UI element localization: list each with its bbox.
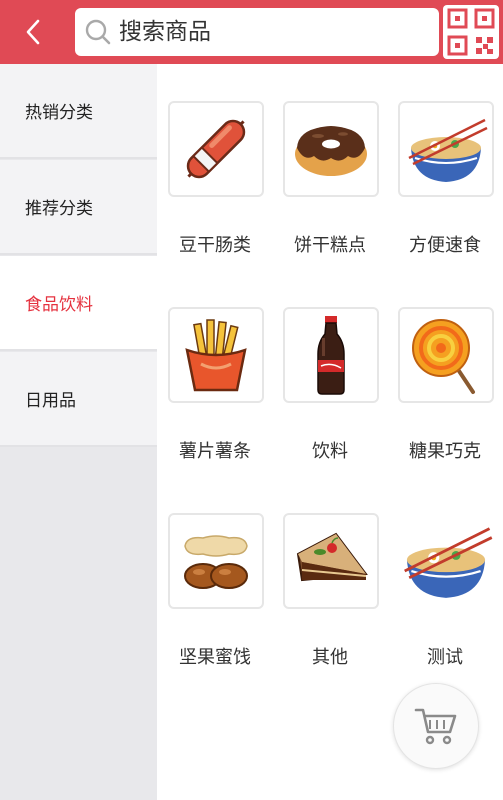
lollipop-icon [412, 319, 475, 394]
header-bar [0, 0, 503, 64]
sidebar-item-recommended[interactable]: 推荐分类 [0, 160, 157, 255]
category-label: 坚果蜜饯 [179, 647, 251, 668]
category-item[interactable]: 饮料 [278, 307, 382, 497]
cola-bottle-icon [317, 316, 345, 395]
category-image [398, 307, 494, 403]
category-label: 豆干肠类 [179, 235, 251, 256]
search-icon [83, 17, 113, 47]
category-image [398, 101, 494, 197]
back-button[interactable] [0, 0, 66, 64]
sidebar-item-label: 热销分类 [25, 103, 93, 123]
noodle-bowl-icon [404, 527, 493, 598]
category-sidebar: 热销分类 推荐分类 食品饮料 日用品 [0, 64, 157, 800]
cart-button[interactable] [393, 683, 479, 769]
category-item[interactable]: 薯片薯条 [163, 307, 267, 497]
category-item[interactable]: 糖果巧克 [393, 307, 497, 497]
category-item[interactable]: 豆干肠类 [163, 101, 267, 291]
search-box[interactable] [75, 8, 439, 56]
category-label: 糖果巧克 [409, 441, 481, 462]
category-image [398, 513, 494, 609]
category-label: 饮料 [312, 441, 348, 462]
sidebar-item-food-drinks[interactable]: 食品饮料 [0, 256, 157, 351]
search-input[interactable] [119, 12, 419, 52]
sidebar-item-label: 食品饮料 [25, 295, 93, 315]
noodle-bowl-icon [408, 118, 488, 182]
category-image [283, 101, 379, 197]
peanut-icon [184, 535, 248, 589]
category-image [283, 513, 379, 609]
category-label: 测试 [427, 647, 463, 668]
category-image [168, 513, 264, 609]
cake-icon [296, 532, 368, 582]
sidebar-item-label: 推荐分类 [25, 199, 93, 219]
sidebar-item-label: 日用品 [25, 391, 76, 411]
category-item[interactable]: 方便速食 [393, 101, 497, 291]
category-item[interactable]: 饼干糕点 [278, 101, 382, 291]
category-item[interactable]: 坚果蜜饯 [163, 513, 267, 703]
category-image [283, 307, 379, 403]
donut-icon [295, 126, 367, 176]
category-label: 方便速食 [409, 235, 481, 256]
category-item[interactable]: 测试 [393, 513, 497, 703]
fries-icon [185, 319, 247, 392]
category-label: 饼干糕点 [294, 235, 366, 256]
chevron-left-icon [26, 19, 40, 45]
qr-scan-button[interactable] [443, 5, 499, 59]
sidebar-item-daily-goods[interactable]: 日用品 [0, 352, 157, 447]
sausage-icon [186, 119, 246, 179]
category-item[interactable]: 其他 [278, 513, 382, 703]
category-image [168, 307, 264, 403]
sidebar-item-hot[interactable]: 热销分类 [0, 64, 157, 159]
shopping-cart-icon [414, 708, 457, 745]
qr-code-icon [447, 8, 495, 56]
category-label: 薯片薯条 [179, 441, 251, 462]
category-image [168, 101, 264, 197]
category-label: 其他 [312, 647, 348, 668]
